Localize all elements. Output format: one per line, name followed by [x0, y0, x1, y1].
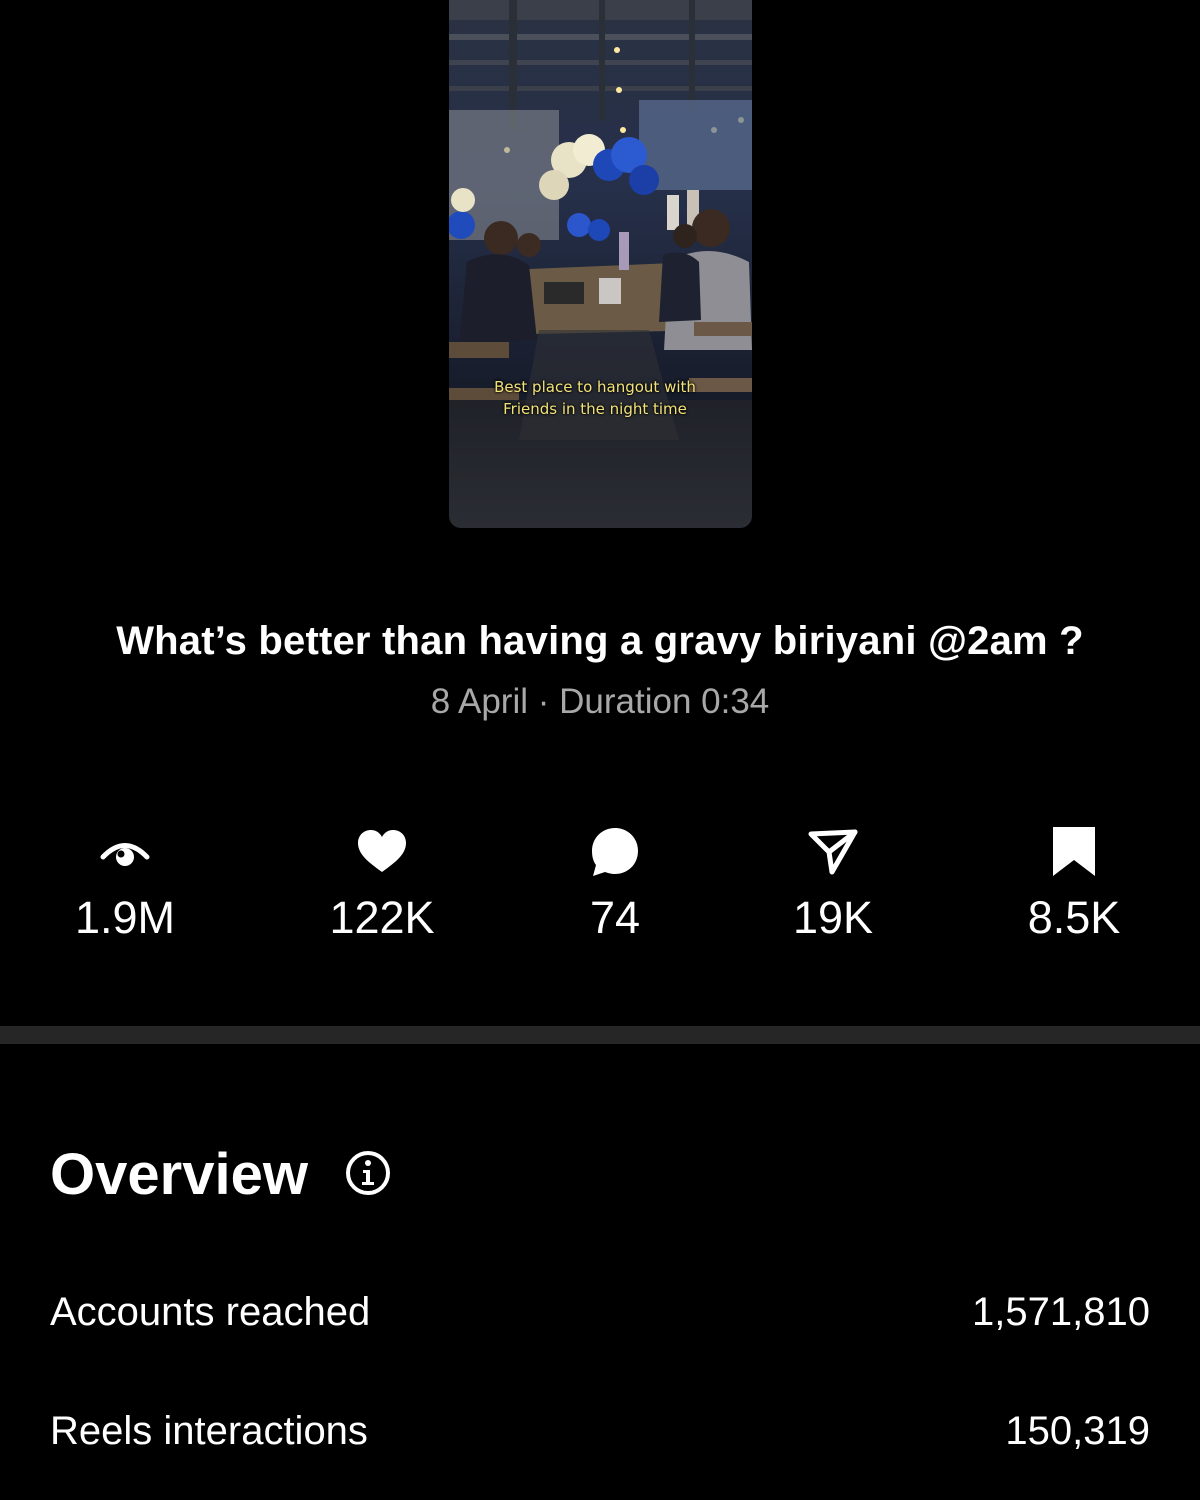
stat-saves: 8.5K	[974, 824, 1174, 946]
reel-thumbnail[interactable]: Best place to hangout with Friends in th…	[449, 0, 752, 528]
reel-caption-overlay: Best place to hangout with Friends in th…	[469, 376, 721, 420]
views-icon	[97, 824, 153, 880]
reel-title: What’s better than having a gravy biriya…	[116, 619, 1084, 663]
metric-row-accounts-reached[interactable]: Accounts reached 1,571,810	[50, 1284, 1150, 1340]
accounts-reached-label: Accounts reached	[50, 1290, 371, 1334]
section-divider	[0, 1026, 1200, 1044]
bookmark-icon	[1046, 824, 1102, 880]
likes-count: 122K	[329, 892, 435, 943]
metric-row-reels-interactions[interactable]: Reels interactions 150,319	[50, 1403, 1150, 1459]
share-icon	[805, 824, 861, 880]
meta-separator: ·	[537, 682, 550, 721]
stat-likes: 122K	[282, 824, 482, 946]
reel-duration: Duration 0:34	[559, 682, 770, 721]
accounts-reached-value: 1,571,810	[972, 1290, 1150, 1334]
comment-icon	[587, 824, 643, 880]
info-icon[interactable]	[344, 1149, 392, 1197]
comments-count: 74	[589, 892, 641, 943]
reel-meta: 8 April · Duration 0:34	[0, 680, 1200, 724]
saves-count: 8.5K	[1027, 892, 1121, 943]
stat-comments: 74	[515, 824, 715, 946]
stat-views: 1.9M	[25, 824, 225, 946]
reel-date: 8 April	[430, 682, 528, 721]
stat-shares: 19K	[733, 824, 933, 946]
reel-caption-line-1: Best place to hangout with	[494, 378, 696, 396]
reel-caption-line-2: Friends in the night time	[503, 400, 687, 418]
reels-interactions-label: Reels interactions	[50, 1409, 368, 1453]
reel-thumbnail-image	[449, 0, 752, 528]
overview-heading: Overview	[50, 1142, 308, 1207]
views-count: 1.9M	[74, 892, 176, 943]
shares-count: 19K	[792, 892, 874, 943]
heart-icon	[354, 824, 410, 880]
reels-interactions-value: 150,319	[1005, 1409, 1150, 1453]
